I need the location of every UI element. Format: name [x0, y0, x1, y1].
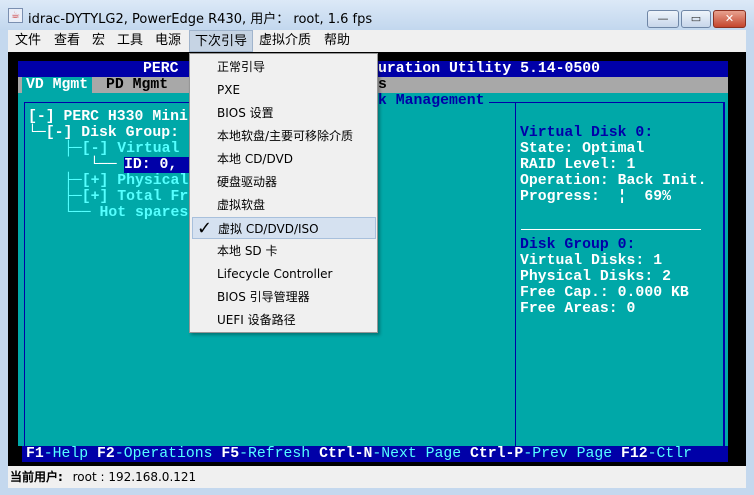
tree-total-free[interactable]: ├─[+] Total Fr [64, 189, 188, 205]
menu-file[interactable]: 文件 [10, 30, 46, 52]
boot-virtual-floppy[interactable]: 虚拟软盘 [192, 194, 376, 216]
vd-title: Virtual Disk 0: [520, 125, 654, 141]
minimize-button[interactable]: — [647, 10, 679, 28]
help-bar: F1-Help F2-Operations F5-Refresh Ctrl-N-… [22, 446, 728, 462]
boot-hard-drive[interactable]: 硬盘驱动器 [192, 171, 376, 193]
divider [521, 229, 701, 230]
boot-uefi-path[interactable]: UEFI 设备路径 [192, 309, 376, 331]
boot-local-sd[interactable]: 本地 SD 卡 [192, 240, 376, 262]
boot-local-floppy[interactable]: 本地软盘/主要可移除介质 [192, 125, 376, 147]
vd-info: Virtual Disk 0: State: Optimal RAID Leve… [520, 125, 706, 205]
tab-vd-mgmt[interactable]: VD Mgmt [22, 77, 93, 93]
menu-tools[interactable]: 工具 [112, 30, 148, 52]
window-title: idrac-DYTYLG2, PowerEdge R430, 用户： root,… [28, 12, 373, 27]
boot-virtual-cd[interactable]: ✓ 虚拟 CD/DVD/ISO [192, 217, 376, 239]
close-button[interactable]: ✕ [713, 10, 746, 28]
tree-hot-spares[interactable]: └── Hot spares [64, 205, 188, 221]
boot-virtual-cd-label: 虚拟 CD/DVD/ISO [218, 222, 319, 236]
header-text-right: uration Utility 5.14-0500 [378, 61, 600, 77]
next-boot-dropdown: 正常引导 PXE BIOS 设置 本地软盘/主要可移除介质 本地 CD/DVD … [189, 53, 378, 333]
check-icon: ✓ [197, 218, 213, 239]
dg-info: Disk Group 0: Virtual Disks: 1 Physical … [520, 237, 689, 317]
boot-bios-boot-manager[interactable]: BIOS 引导管理器 [192, 286, 376, 308]
boot-local-cd[interactable]: 本地 CD/DVD [192, 148, 376, 170]
status-value: root : 192.168.0.121 [72, 470, 197, 484]
dg-title: Disk Group 0: [520, 237, 636, 253]
menu-help[interactable]: 帮助 [319, 30, 355, 52]
menu-view[interactable]: 查看 [49, 30, 85, 52]
vd-progress: Progress: ¦ 69% [520, 189, 671, 205]
boot-bios-setup[interactable]: BIOS 设置 [192, 102, 376, 124]
menu-power[interactable]: 电源 [150, 30, 186, 52]
menu-next-boot[interactable]: 下次引导 [189, 30, 254, 52]
vd-state: State: Optimal [520, 141, 645, 157]
vd-raid: RAID Level: 1 [520, 157, 636, 173]
dg-free-areas: Free Areas: 0 [520, 301, 636, 317]
status-label: 当前用户: [10, 470, 63, 484]
boot-normal[interactable]: 正常引导 [192, 56, 376, 78]
title-bar: ☕ idrac-DYTYLG2, PowerEdge R430, 用户： roo… [0, 0, 754, 30]
tree-disk-group[interactable]: └─[-] Disk Group: [28, 125, 179, 141]
dg-free-cap: Free Cap.: 0.000 KB [520, 285, 689, 301]
vd-operation: Operation: Back Init. [520, 173, 707, 189]
tree-branch: └── [90, 157, 126, 173]
tree-virtual-disks[interactable]: ├─[-] Virtual [64, 141, 179, 157]
boot-pxe[interactable]: PXE [192, 79, 376, 101]
tab-other[interactable]: s [378, 77, 387, 93]
status-bar: 当前用户: root : 192.168.0.121 [8, 466, 746, 488]
tree-vd-selected[interactable]: ID: 0, [124, 157, 194, 173]
panel-title: k Management [374, 93, 489, 109]
boot-lifecycle-controller[interactable]: Lifecycle Controller [192, 263, 376, 285]
maximize-button[interactable]: ▭ [681, 10, 711, 28]
java-app-icon: ☕ [8, 8, 23, 23]
tab-pd-mgmt[interactable]: PD Mgmt [106, 77, 168, 93]
menu-bar: 文件 查看 宏 工具 电源 下次引导 虚拟介质 帮助 [8, 30, 746, 52]
tree-controller[interactable]: [-] PERC H330 Mini [28, 109, 188, 125]
menu-macro[interactable]: 宏 [87, 30, 110, 52]
tree-physical-disks[interactable]: ├─[+] Physical [64, 173, 188, 189]
header-text-left: PERC [143, 61, 188, 77]
dg-vds: Virtual Disks: 1 [520, 253, 663, 269]
dg-pds: Physical Disks: 2 [520, 269, 671, 285]
menu-virtual-media[interactable]: 虚拟介质 [254, 30, 316, 52]
